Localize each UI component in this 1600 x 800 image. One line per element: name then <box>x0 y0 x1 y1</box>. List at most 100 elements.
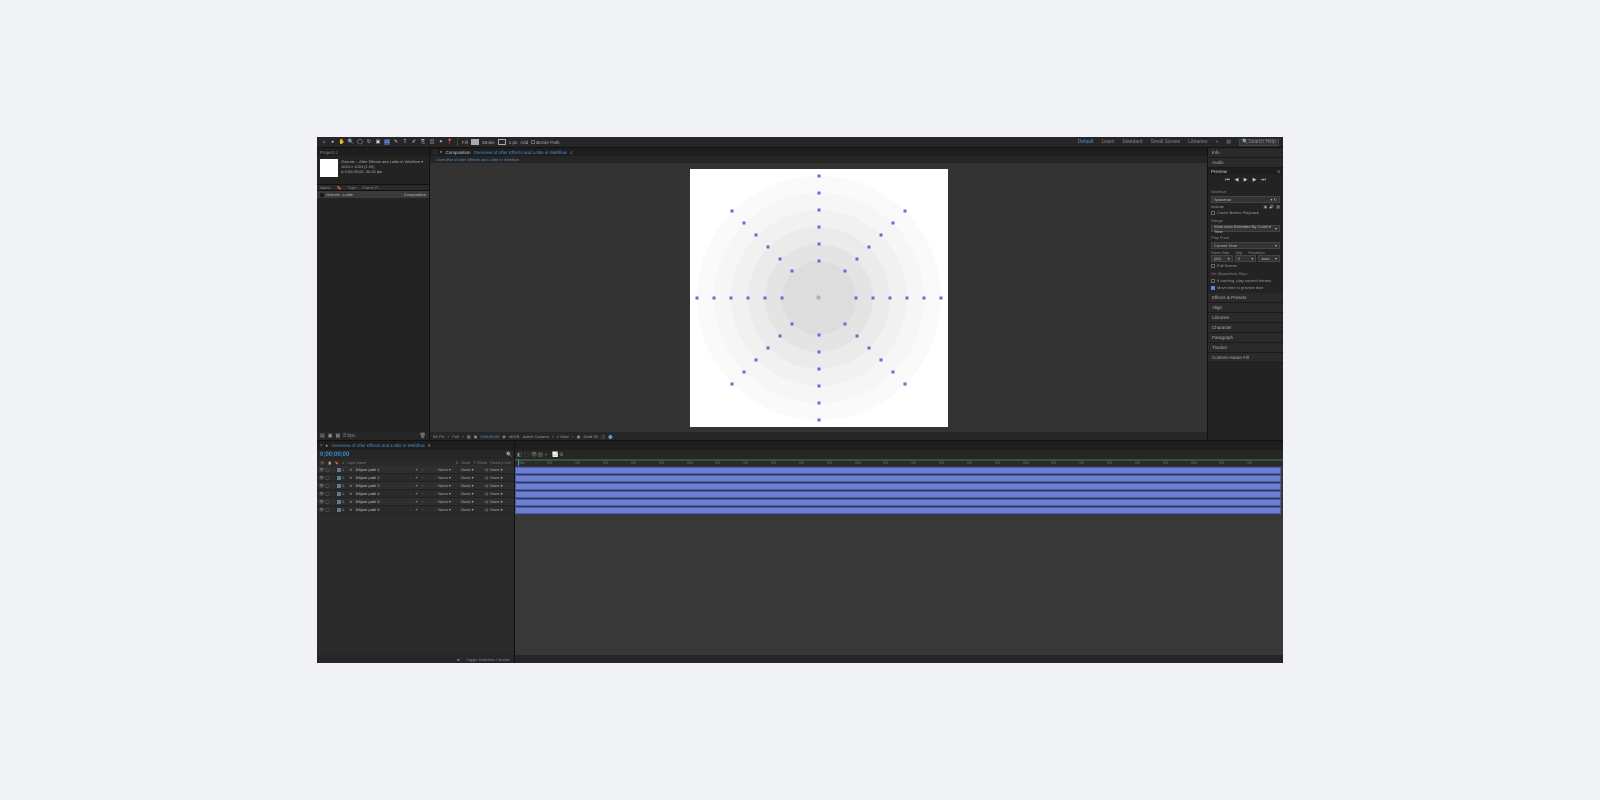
selection-handle[interactable] <box>855 258 858 261</box>
selection-handle[interactable] <box>817 208 820 211</box>
fullscreen-checkbox[interactable] <box>1211 264 1215 268</box>
label-color[interactable] <box>337 476 341 480</box>
fx-icon[interactable]: · <box>426 507 431 512</box>
selection-handle[interactable] <box>903 210 906 213</box>
selection-handle[interactable] <box>843 270 846 273</box>
lock-toggle-icon[interactable]: · <box>331 467 336 472</box>
selection-handle[interactable] <box>755 358 758 361</box>
blend-mode[interactable]: Norm ▾ <box>438 475 460 480</box>
layer-row[interactable]: 👁◯·2★Ellipse path 2·✶/··Norm ▾None ▾@Non… <box>317 474 514 482</box>
selection-handle[interactable] <box>817 418 820 421</box>
selection-handle[interactable] <box>712 296 715 299</box>
last-frame-icon[interactable]: ⏭ <box>1261 177 1267 183</box>
fx-icon[interactable]: · <box>426 499 431 504</box>
time-display[interactable]: 0;00;00;00 <box>480 434 499 439</box>
composition-thumbnail[interactable] <box>320 159 338 177</box>
selection-handle[interactable] <box>695 296 698 299</box>
collapse-icon[interactable]: ✶ <box>414 507 419 512</box>
visibility-toggle-icon[interactable]: 👁 <box>319 467 324 472</box>
selection-handle[interactable] <box>891 222 894 225</box>
tab-menu-icon[interactable]: ≡ <box>428 443 431 449</box>
layer-name[interactable]: Ellipse path 6 <box>354 507 407 512</box>
workspace-standard[interactable]: Standard <box>1122 139 1142 145</box>
grid-icon[interactable]: ▦ <box>467 434 471 439</box>
label-color[interactable] <box>337 468 341 472</box>
workspace-learn[interactable]: Learn <box>1101 139 1114 145</box>
selection-handle[interactable] <box>922 296 925 299</box>
quality-icon[interactable]: / <box>420 491 425 496</box>
movetime-checkbox[interactable] <box>1211 286 1215 290</box>
res-dropdown-prev[interactable]: Auto▾ <box>1258 255 1280 262</box>
tab-close-icon[interactable]: × <box>320 443 323 449</box>
interpret-icon[interactable]: ▤ <box>320 433 325 439</box>
render-queue-icon[interactable]: ▸ <box>326 443 329 449</box>
shy-icon[interactable]: · <box>408 499 413 504</box>
stroke-label[interactable]: Stroke <box>482 140 495 145</box>
col-type[interactable]: Type <box>348 185 357 190</box>
toggle-switches-label[interactable]: Toggle Switches / Modes <box>466 657 510 662</box>
pen-tool-icon[interactable]: ✎ <box>393 139 399 145</box>
layer-name[interactable]: Ellipse path 1 <box>354 467 407 472</box>
quality-icon[interactable]: / <box>420 467 425 472</box>
parent-pickwhip-icon[interactable]: @ <box>484 483 489 488</box>
mask-icon[interactable]: ▣ <box>474 434 478 439</box>
workspace-libraries[interactable]: Libraries <box>1188 139 1207 145</box>
parent-link[interactable]: None ▾ <box>490 499 512 504</box>
project-item-row[interactable]: Overvie...Lottie Composition <box>317 191 429 198</box>
graph-editor-icon[interactable]: 📈 <box>552 452 557 457</box>
adjustment-icon[interactable]: · <box>432 483 437 488</box>
eraser-tool-icon[interactable]: ◫ <box>429 139 435 145</box>
workspace-default[interactable]: Default <box>1078 139 1094 145</box>
fx-icon[interactable]: · <box>426 475 431 480</box>
workspace-small[interactable]: Small Screen <box>1151 139 1181 145</box>
brush-tool-icon[interactable]: ✐ <box>411 139 417 145</box>
selection-handle[interactable] <box>939 296 942 299</box>
selection-handle[interactable] <box>791 322 794 325</box>
selection-handle[interactable] <box>763 296 766 299</box>
selection-handle[interactable] <box>888 296 891 299</box>
parent-link[interactable]: None ▾ <box>490 491 512 496</box>
stroke-width[interactable]: 1 px <box>509 140 518 145</box>
3d-icon[interactable]: ◫ <box>601 434 605 439</box>
comp-tab-name[interactable]: Overview of After Effects and Lottie in … <box>474 150 567 155</box>
fx-icon[interactable]: · <box>426 467 431 472</box>
shy-icon[interactable]: · <box>408 491 413 496</box>
snapshot-icon[interactable]: ◉ <box>502 434 506 439</box>
layer-duration-bar[interactable] <box>515 507 1281 514</box>
project-tab[interactable]: Project ≡ <box>317 148 429 156</box>
label-color[interactable] <box>337 500 341 504</box>
shy-icon[interactable]: · <box>408 467 413 472</box>
selection-handle[interactable] <box>731 382 734 385</box>
motion-blur-icon[interactable]: ◐ <box>545 452 550 457</box>
align-panel-header[interactable]: Align <box>1208 303 1283 313</box>
puppet-tool-icon[interactable]: 📍 <box>447 139 453 145</box>
draft-icon[interactable]: ⬚ <box>524 452 529 457</box>
selection-handle[interactable] <box>817 350 820 353</box>
selection-handle[interactable] <box>779 258 782 261</box>
renderer-icon[interactable]: ▣ <box>577 434 581 439</box>
include-video-icon[interactable]: ▣ <box>1263 204 1267 209</box>
shortcut-dropdown[interactable]: Spacebar▾ ↻ <box>1211 196 1280 203</box>
quality-icon[interactable]: / <box>420 475 425 480</box>
adjustment-icon[interactable]: · <box>432 475 437 480</box>
parent-col[interactable]: Parent & Link <box>490 461 511 465</box>
visibility-toggle-icon[interactable]: 👁 <box>319 499 324 504</box>
camera-tool-icon[interactable]: ▣ <box>375 139 381 145</box>
lock-col-icon[interactable]: 🔒 <box>327 461 331 465</box>
blend-mode[interactable]: Norm ▾ <box>438 483 460 488</box>
layer-name[interactable]: Ellipse path 5 <box>354 499 407 504</box>
bpc-label[interactable]: 8 bpc <box>343 433 355 439</box>
solo-toggle-icon[interactable]: ◯ <box>325 467 330 472</box>
label-col-icon[interactable]: 🔖 <box>335 461 339 465</box>
layer-duration-bar[interactable] <box>515 467 1281 474</box>
zoom-tool-icon[interactable]: 🔍 <box>348 139 354 145</box>
playhead[interactable] <box>518 459 519 466</box>
parent-link[interactable]: None ▾ <box>490 467 512 472</box>
selection-handle[interactable] <box>779 334 782 337</box>
brainstorm-icon[interactable]: ⚙ <box>559 452 564 457</box>
selection-handle[interactable] <box>903 382 906 385</box>
eye-col-icon[interactable]: 👁 <box>320 461 324 465</box>
color-mgmt[interactable]: sRGB <box>509 434 520 439</box>
roto-tool-icon[interactable]: ✦ <box>438 139 444 145</box>
stroke-swatch[interactable] <box>498 139 506 145</box>
